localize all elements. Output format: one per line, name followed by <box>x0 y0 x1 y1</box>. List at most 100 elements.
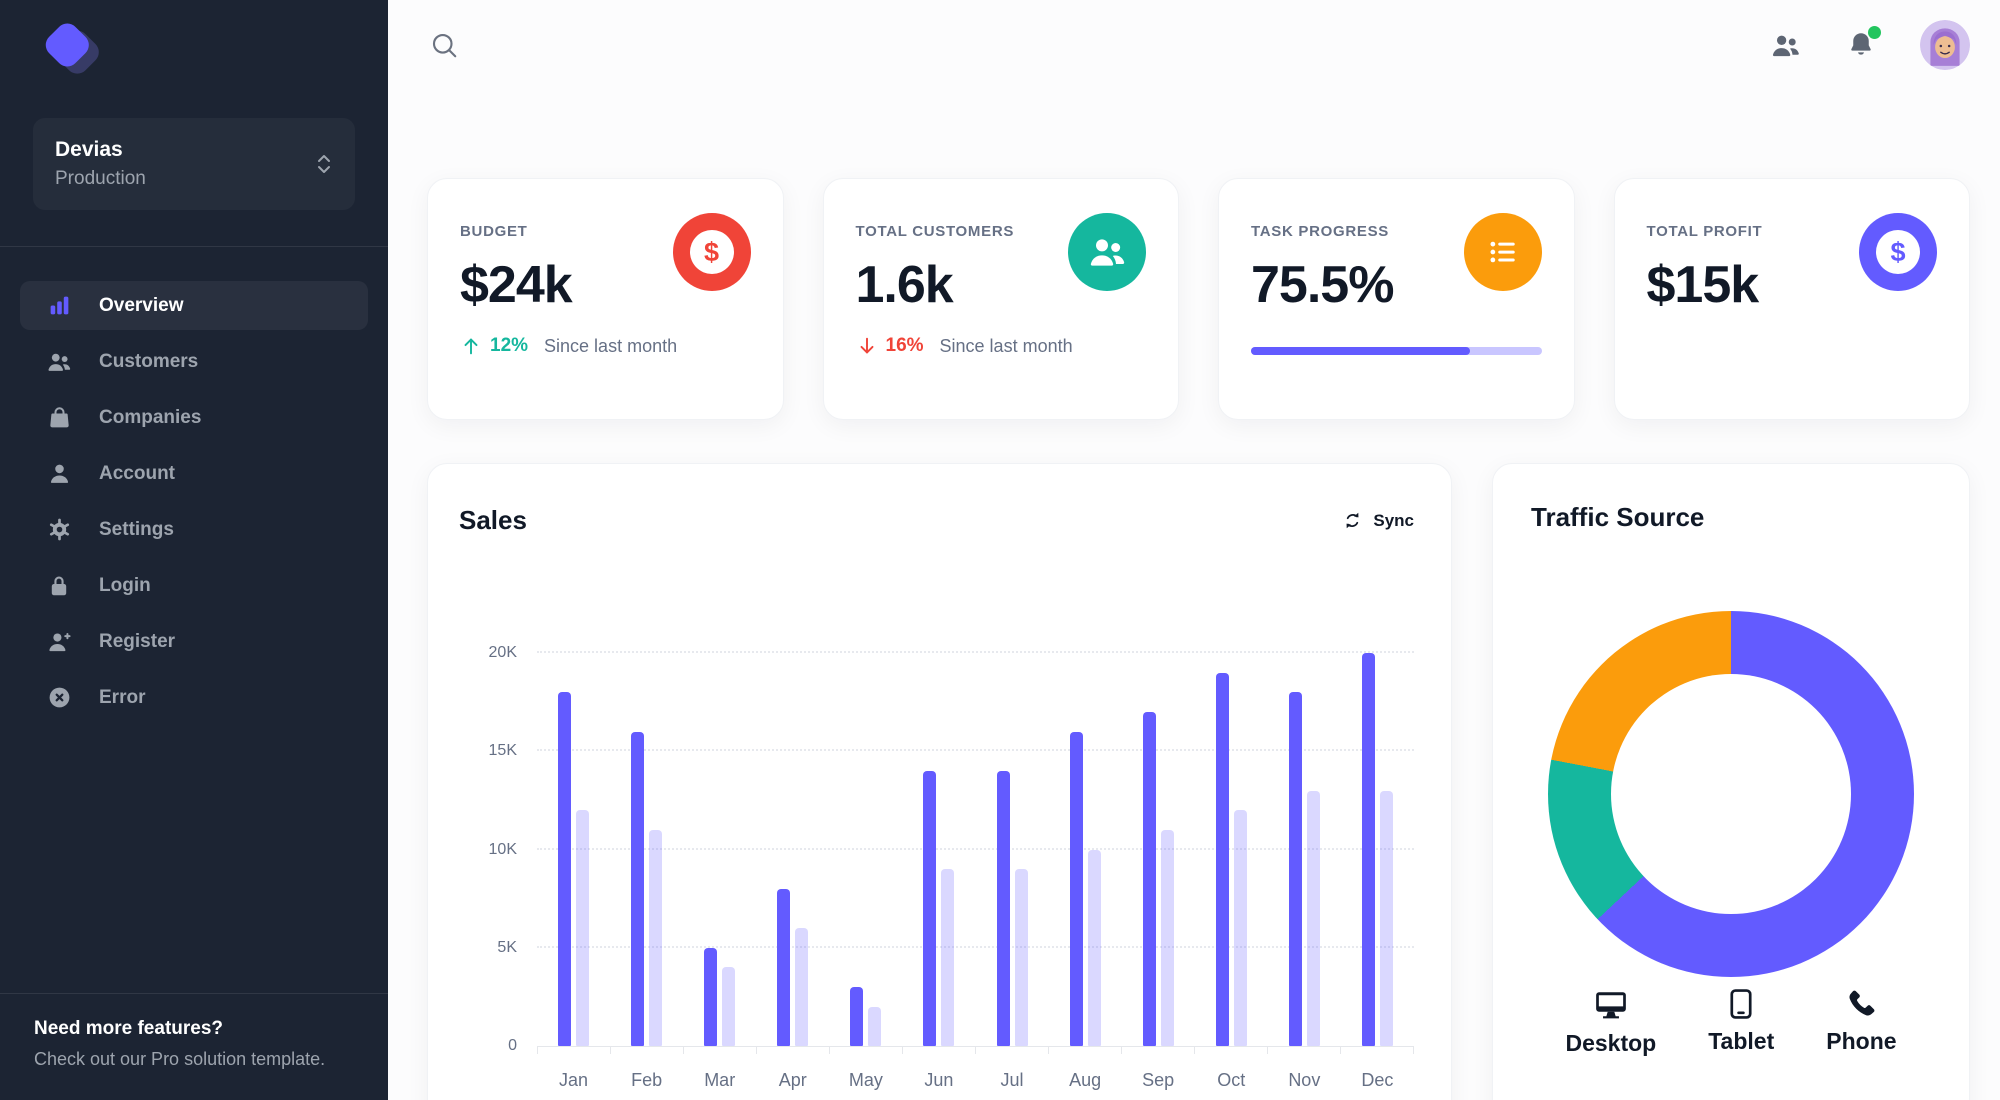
bar-primary <box>558 692 572 1046</box>
x-axis-tick <box>976 1047 1049 1054</box>
sidebar-item-settings[interactable]: Settings <box>20 505 368 554</box>
stat-value: 1.6k <box>855 256 954 314</box>
total-customers-card: TOTAL CUSTOMERS 1.6k 16% Since last mont… <box>822 178 1179 420</box>
stat-value: 75.5% <box>1251 256 1394 314</box>
x-axis-label: Sep <box>1142 1070 1175 1090</box>
sync-icon <box>1346 512 1359 529</box>
list-bullet-icon <box>1463 213 1542 291</box>
sidebar-item-label: Account <box>99 462 175 484</box>
sidebar-item-label: Register <box>99 630 176 652</box>
legend-label: Tablet <box>1708 1028 1775 1054</box>
bar-primary <box>1069 731 1083 1046</box>
bar-group <box>1268 653 1341 1046</box>
traffic-source-title: Traffic Source <box>1531 502 1705 532</box>
x-axis-tick <box>1195 1047 1268 1054</box>
sidebar-item-error[interactable]: Error <box>20 673 368 722</box>
sidebar-item-companies[interactable]: Companies <box>20 393 368 442</box>
bar-group <box>537 653 610 1046</box>
x-axis-label: Jan <box>559 1070 589 1090</box>
sidebar: Devias Production Overview Customers Com… <box>0 0 388 1100</box>
sidebar-item-login[interactable]: Login <box>20 561 368 610</box>
arrow-up-icon <box>460 335 482 357</box>
sync-button[interactable]: Sync <box>1332 504 1424 537</box>
x-axis-tick <box>830 1047 903 1054</box>
sales-bars <box>537 653 1414 1046</box>
search-button[interactable] <box>427 28 461 62</box>
task-progress-bar <box>1251 347 1542 355</box>
users-icon <box>46 349 72 375</box>
stat-label: BUDGET <box>460 223 528 240</box>
bar-group <box>975 653 1048 1046</box>
trend-value: 16% <box>885 335 924 356</box>
sidebar-footer: Need more features? Check out our Pro so… <box>0 993 388 1100</box>
topbar <box>427 0 1970 90</box>
sync-label: Sync <box>1373 510 1414 530</box>
sales-chart: 0 5K 10K 15K 20K <box>489 644 1414 1054</box>
main-content: BUDGET $24k $ 12% Since last month TOTAL… <box>388 0 2000 1100</box>
bar-secondary <box>795 928 809 1046</box>
gear-icon <box>46 517 72 543</box>
bar-secondary <box>941 869 955 1046</box>
bar-primary <box>777 888 791 1046</box>
stat-value: $24k <box>460 256 573 314</box>
y-axis-tick-label: 5K <box>497 938 517 956</box>
bag-icon <box>46 405 72 431</box>
y-axis-tick-label: 15K <box>488 742 517 760</box>
users-icon <box>1068 213 1146 291</box>
sales-ticks <box>537 1047 1414 1054</box>
phone-icon <box>1849 990 1875 1016</box>
bar-group <box>1122 653 1195 1046</box>
sidebar-footer-title: Need more features? <box>34 1018 224 1039</box>
legend-item-tablet: Tablet <box>1708 987 1774 1057</box>
bar-primary <box>1215 672 1229 1046</box>
sales-months: Jan Feb Mar Apr May Jun Jul Aug Sep Oct Nov Dec <box>537 1070 1414 1091</box>
x-axis-label: May <box>848 1070 883 1090</box>
stat-label: TOTAL CUSTOMERS <box>855 223 1015 240</box>
bar-primary <box>996 770 1010 1046</box>
sidebar-item-overview[interactable]: Overview <box>20 281 368 330</box>
x-axis-tick <box>537 1047 611 1054</box>
y-axis-tick-label: 20K <box>488 644 517 661</box>
bar-group <box>1341 653 1414 1046</box>
bar-secondary <box>1014 869 1028 1046</box>
x-axis-tick <box>903 1047 976 1054</box>
x-axis-label: Mar <box>704 1070 736 1090</box>
bar-secondary <box>868 1006 882 1046</box>
x-axis-tick <box>1341 1047 1414 1054</box>
users-icon <box>1772 35 1799 56</box>
sidebar-item-account[interactable]: Account <box>20 449 368 498</box>
bar-group <box>1049 653 1122 1046</box>
x-axis-label: Jun <box>924 1070 954 1090</box>
sidebar-item-label: Customers <box>99 350 199 372</box>
legend-item-phone: Phone <box>1826 987 1897 1057</box>
bar-secondary <box>1233 810 1247 1046</box>
x-axis-tick <box>757 1047 830 1054</box>
sidebar-item-customers[interactable]: Customers <box>20 337 368 386</box>
currency-dollar-icon: $ <box>672 213 751 291</box>
bar-secondary <box>649 829 663 1046</box>
x-axis-label: Jul <box>1000 1070 1024 1090</box>
budget-card: BUDGET $24k $ 12% Since last month <box>427 178 784 420</box>
notifications-button[interactable] <box>1844 26 1881 62</box>
charts-row: Sales Sync 0 5K 10K 15K 20K Jan Feb Mar … <box>427 463 1970 1100</box>
bar-primary <box>923 770 937 1046</box>
bar-primary <box>850 987 864 1046</box>
x-axis-label: Aug <box>1069 1070 1102 1090</box>
bar-group <box>756 653 829 1046</box>
contacts-button[interactable] <box>1768 28 1802 62</box>
sales-card: Sales Sync 0 5K 10K 15K 20K Jan Feb Mar … <box>427 463 1452 1100</box>
sidebar-item-register[interactable]: Register <box>20 617 368 666</box>
avatar[interactable] <box>1920 20 1970 70</box>
bar-secondary <box>1306 790 1320 1046</box>
legend-label: Phone <box>1826 1028 1897 1054</box>
bar-group <box>683 653 756 1046</box>
y-axis-tick-label: 10K <box>488 840 517 858</box>
arrow-down-icon <box>856 335 878 357</box>
lock-icon <box>46 573 72 599</box>
user-plus-icon <box>46 629 72 655</box>
x-axis-tick <box>1049 1047 1122 1054</box>
workspace-selector[interactable]: Devias Production <box>33 118 355 210</box>
bar-secondary <box>1160 829 1174 1046</box>
sidebar-item-label: Login <box>99 574 151 596</box>
bar-secondary <box>1379 790 1393 1046</box>
